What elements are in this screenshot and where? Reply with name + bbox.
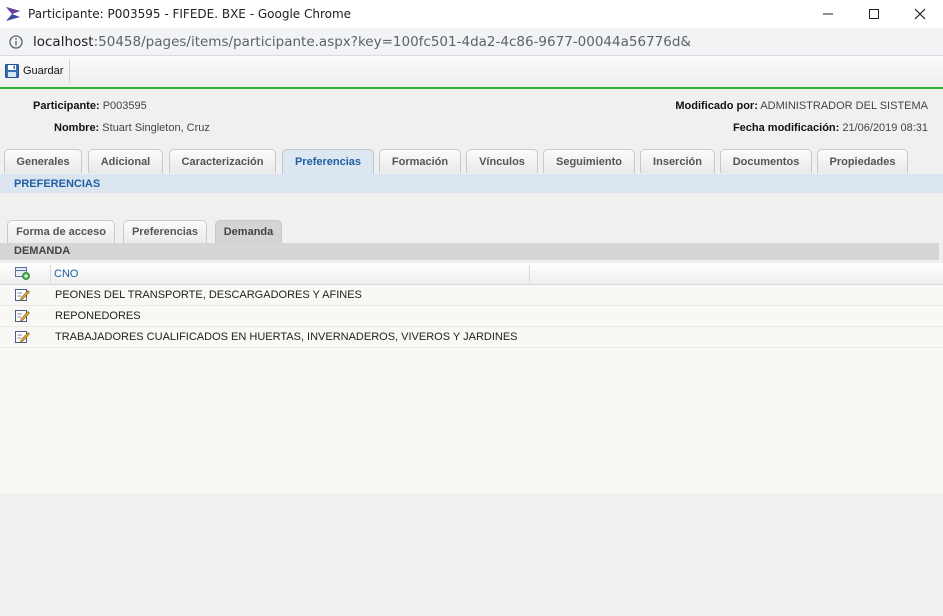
save-button-label: Guardar: [23, 65, 64, 77]
modificado-info: Modificado por: ADMINISTRADOR DEL SISTEM…: [675, 100, 928, 112]
window-title: Participante: P003595 - FIFEDE. BXE - Go…: [28, 7, 352, 21]
tab-caracterizacion[interactable]: Caracterización: [169, 149, 276, 173]
maximize-icon: [869, 9, 879, 19]
participante-info: Participante: P003595: [33, 100, 147, 112]
table-row: TRABAJADORES CUALIFICADOS EN HUERTAS, IN…: [0, 327, 943, 348]
minimize-icon: [823, 13, 833, 15]
column-header-cno[interactable]: CNO: [54, 268, 78, 280]
table-row: REPONEDORES: [0, 306, 943, 327]
nombre-value: Stuart Singleton, Cruz: [102, 122, 210, 134]
maximize-button[interactable]: [851, 0, 897, 28]
tab-formacion[interactable]: Formación: [379, 149, 461, 173]
participante-value: P003595: [102, 100, 147, 112]
tab-documentos[interactable]: Documentos: [720, 149, 812, 173]
subsection-header: DEMANDA: [0, 243, 939, 260]
tab-insercion[interactable]: Inserción: [640, 149, 715, 173]
nombre-info: Nombre: Stuart Singleton, Cruz: [54, 122, 210, 134]
demanda-grid: CNO PEONES DEL TRANSPORTE, DESCARGADORES…: [0, 263, 943, 493]
subtab-preferencias[interactable]: Preferencias: [123, 220, 207, 243]
app-logo-icon: [6, 7, 20, 21]
modificado-value: ADMINISTRADOR DEL SISTEMA: [760, 100, 928, 112]
modificado-label: Modificado por:: [675, 100, 758, 112]
edit-icon[interactable]: [15, 288, 30, 301]
nombre-label: Nombre:: [54, 122, 100, 134]
section-title: PREFERENCIAS: [14, 178, 101, 190]
save-button[interactable]: Guardar: [2, 60, 71, 82]
table-row: PEONES DEL TRANSPORTE, DESCARGADORES Y A…: [0, 285, 943, 306]
window-titlebar: Participante: P003595 - FIFEDE. BXE - Go…: [0, 0, 943, 28]
tab-vinculos[interactable]: Vínculos: [466, 149, 538, 173]
tab-adicional[interactable]: Adicional: [88, 149, 163, 173]
minimize-button[interactable]: [805, 0, 851, 28]
cno-cell: PEONES DEL TRANSPORTE, DESCARGADORES Y A…: [55, 289, 362, 301]
edit-icon[interactable]: [15, 309, 30, 322]
section-header: PREFERENCIAS: [0, 174, 943, 193]
main-tabs: Generales Adicional Caracterización Pref…: [0, 149, 943, 174]
floppy-disk-icon: [5, 64, 19, 78]
close-icon: [914, 8, 926, 20]
add-row-icon[interactable]: [15, 266, 30, 280]
subsection-title: DEMANDA: [14, 245, 71, 257]
url-path: :50458/pages/items/participante.aspx?key…: [93, 33, 691, 50]
fecha-label: Fecha modificación:: [732, 122, 840, 134]
fecha-value: 21/06/2019 08:31: [842, 122, 928, 134]
tab-seguimiento[interactable]: Seguimiento: [543, 149, 635, 173]
tab-preferencias[interactable]: Preferencias: [282, 149, 374, 174]
cno-cell: TRABAJADORES CUALIFICADOS EN HUERTAS, IN…: [55, 331, 518, 343]
address-bar[interactable]: localhost:50458/pages/items/participante…: [0, 28, 943, 56]
fecha-info: Fecha modificación: 21/06/2019 08:31: [733, 122, 928, 134]
subtab-forma-de-acceso[interactable]: Forma de acceso: [7, 220, 115, 243]
cno-cell: REPONEDORES: [55, 310, 141, 322]
subtab-demanda[interactable]: Demanda: [215, 220, 282, 243]
tab-propiedades[interactable]: Propiedades: [817, 149, 908, 173]
toolbar: Guardar: [0, 56, 943, 89]
edit-icon[interactable]: [15, 330, 30, 343]
url-text[interactable]: localhost:50458/pages/items/participante…: [33, 34, 691, 50]
close-button[interactable]: [897, 0, 943, 28]
info-icon[interactable]: [9, 34, 23, 49]
tab-generales[interactable]: Generales: [4, 149, 82, 173]
participante-label: Participante:: [33, 100, 100, 112]
grid-header: CNO: [0, 263, 943, 285]
url-host: localhost: [33, 33, 94, 50]
